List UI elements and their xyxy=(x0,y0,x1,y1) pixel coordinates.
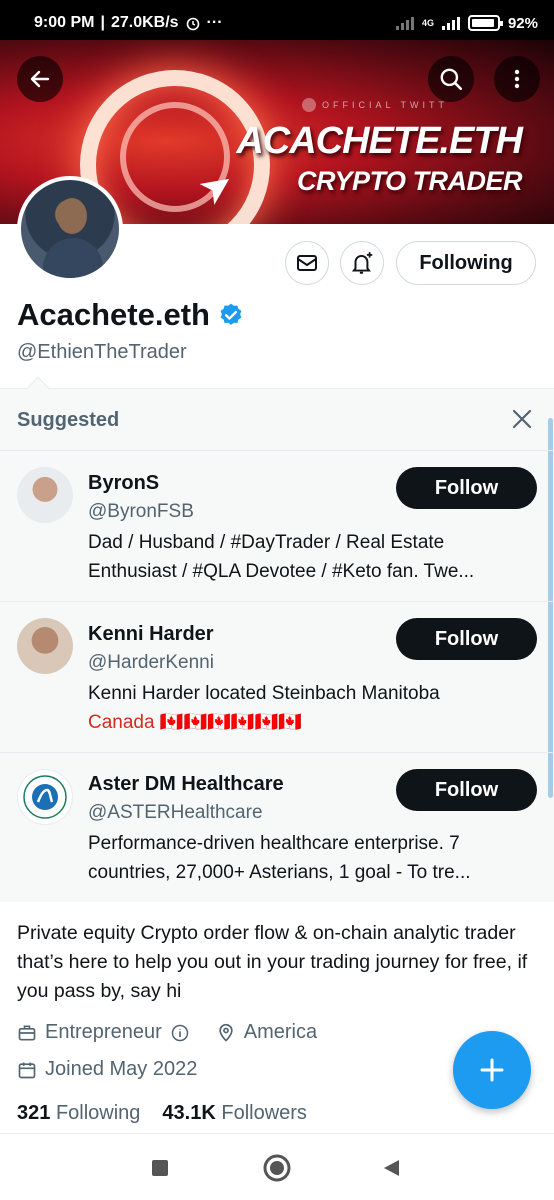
recents-button[interactable] xyxy=(150,1158,170,1178)
profile-bio: Private equity Crypto order flow & on-ch… xyxy=(17,922,528,1002)
follow-button[interactable]: Follow xyxy=(396,467,537,509)
network-type: 4G xyxy=(421,17,434,28)
back-button[interactable] xyxy=(17,56,63,102)
followers-stat[interactable]: 43.1K Followers xyxy=(162,1102,307,1125)
notifications-button[interactable] xyxy=(340,241,384,285)
following-button[interactable]: Following xyxy=(396,241,536,285)
display-name: Acachete.eth xyxy=(17,297,210,332)
banner-subtitle: CRYPTO TRADER xyxy=(296,166,523,196)
suggested-bio: Kenni Harder located Steinbach Manitoba … xyxy=(88,679,533,737)
profile-category: Entrepreneur xyxy=(45,1021,162,1043)
profile-meta-row: Entrepreneur America xyxy=(17,1021,317,1044)
follow-button[interactable]: Follow xyxy=(396,618,537,660)
followers-count: 43.1K xyxy=(162,1102,216,1124)
suggested-name: Aster DM Healthcare xyxy=(88,773,284,795)
suggested-avatar[interactable] xyxy=(17,769,73,825)
suggested-bio-line: Canada 🇨🇦🇨🇦🇨🇦🇨🇦🇨🇦🇨🇦 xyxy=(88,712,302,733)
follow-button[interactable]: Follow xyxy=(396,769,537,811)
profile-joined-row: Joined May 2022 xyxy=(17,1058,197,1081)
suggested-name: ByronS xyxy=(88,472,160,494)
profile-joined-date: Joined May 2022 xyxy=(45,1058,198,1080)
suggested-bio: Performance-driven healthcare enterprise… xyxy=(88,829,533,887)
square-icon xyxy=(152,1160,168,1176)
banner-official-mark xyxy=(302,98,316,112)
profile-display-name-row: Acachete.eth xyxy=(17,297,244,333)
suggested-handle: @HarderKenni xyxy=(88,652,214,673)
signal-strength-icon xyxy=(441,16,460,30)
more-status-icon: ··· xyxy=(206,14,223,31)
signal-icon xyxy=(395,16,414,30)
battery-icon xyxy=(467,15,503,31)
system-navigation-bar xyxy=(0,1133,554,1200)
location-pin-icon xyxy=(219,1023,233,1042)
avatar-figure-body xyxy=(43,238,103,278)
status-time: 9:00 PM xyxy=(34,14,95,31)
dismiss-suggested-button[interactable] xyxy=(510,407,534,431)
more-options-button[interactable] xyxy=(494,56,540,102)
battery-level: 92% xyxy=(507,14,538,32)
suggested-bio-line: countries, 27,000+ Asterians, 1 goal - T… xyxy=(88,862,471,883)
suggested-handle: @ByronFSB xyxy=(88,501,194,522)
suggested-bio-line: Dad / Husband / #DayTrader / Real Estate xyxy=(88,532,445,553)
home-button[interactable] xyxy=(262,1153,292,1183)
search-button[interactable] xyxy=(428,56,474,102)
briefcase-icon xyxy=(18,1025,36,1040)
avatar-figure-head xyxy=(57,198,87,234)
banner-official-text: OFFICIAL TWITT xyxy=(322,100,448,110)
suggested-title: Suggested xyxy=(17,409,120,431)
verified-badge-icon[interactable] xyxy=(218,302,244,328)
profile-stats: 321 Following 43.1K Followers xyxy=(17,1102,307,1125)
status-speed: 27.0KB/s xyxy=(110,14,179,31)
followers-stat-label: Followers xyxy=(221,1102,307,1124)
search-icon xyxy=(440,68,463,91)
suggested-name: Kenni Harder xyxy=(88,623,214,645)
following-stat[interactable]: 321 Following xyxy=(17,1102,140,1125)
profile-handle: @EthienTheTrader xyxy=(17,341,187,363)
banner-title: ACACHETE.ETH xyxy=(236,120,523,162)
suggested-bio-line: Kenni Harder located Steinbach Manitoba xyxy=(88,683,440,704)
compose-post-button[interactable] xyxy=(453,1031,531,1109)
more-vertical-icon xyxy=(514,69,520,89)
back-arrow-icon xyxy=(30,70,50,88)
alarm-icon xyxy=(186,17,199,31)
profile-avatar[interactable] xyxy=(17,176,123,282)
suggested-avatar[interactable] xyxy=(17,467,73,523)
triangle-back-icon xyxy=(384,1160,399,1176)
calendar-icon xyxy=(18,1062,36,1078)
suggested-bio-line: Enthusiast / #QLA Devotee / #Keto fan. T… xyxy=(88,561,475,582)
suggested-handle: @ASTERHealthcare xyxy=(88,802,263,823)
following-stat-label: Following xyxy=(55,1102,141,1124)
aster-logo-icon xyxy=(23,775,67,819)
suggested-bio-line: Performance-driven healthcare enterprise… xyxy=(88,833,460,854)
home-circle-icon xyxy=(263,1154,291,1182)
bell-plus-icon xyxy=(351,252,373,274)
mail-icon xyxy=(297,255,317,271)
message-button[interactable] xyxy=(285,241,329,285)
plus-icon xyxy=(480,1058,504,1082)
following-count: 321 xyxy=(17,1102,51,1124)
status-separator: | xyxy=(100,14,105,31)
back-nav-button[interactable] xyxy=(380,1157,402,1179)
info-icon[interactable] xyxy=(170,1023,190,1043)
profile-location: America xyxy=(243,1021,318,1043)
close-icon xyxy=(512,409,532,429)
suggested-avatar[interactable] xyxy=(17,618,73,674)
suggested-bio: Dad / Husband / #DayTrader / Real Estate… xyxy=(88,528,533,586)
